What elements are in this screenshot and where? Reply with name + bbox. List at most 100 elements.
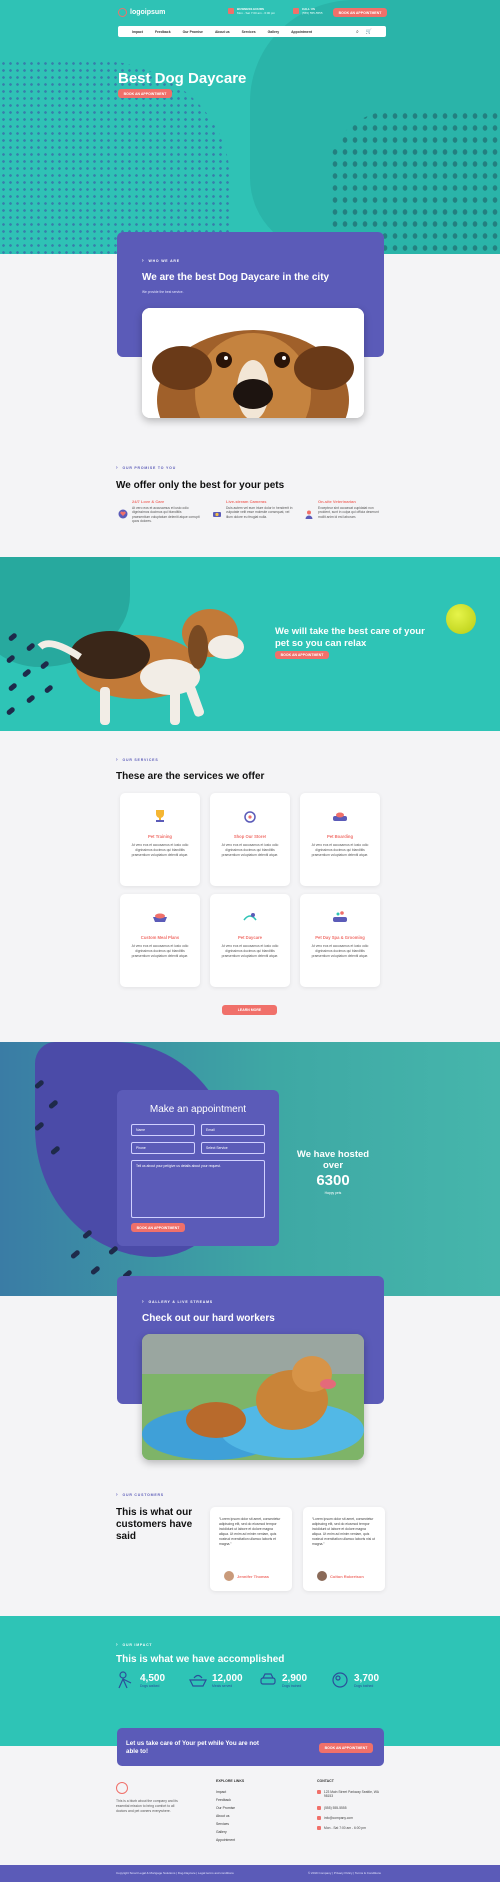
service-card[interactable]: Pet Training At vero eos et accusamus et… [120, 793, 200, 886]
veterinarian-icon [305, 510, 313, 519]
legal-links[interactable]: © 2019 Company | Privacy Policy | Terms … [308, 1871, 381, 1875]
impact-stat: 2,900 Dogs trained [258, 1670, 307, 1690]
dog-face-photo [142, 308, 364, 418]
testimonial-name: Colton Robertson [330, 1573, 364, 1579]
services-eyebrow-text: OUR SERVICES [122, 758, 159, 762]
learn-more-button[interactable]: LEARN MORE [222, 1005, 277, 1015]
chevron-right-icon: › [116, 465, 119, 471]
search-icon[interactable]: ⌕ [356, 29, 359, 35]
dog-walk-icon [118, 1671, 132, 1689]
location-icon [317, 1790, 321, 1794]
testimonial-quote: “Lorem ipsum dolor sit amet, consectetur… [312, 1517, 375, 1546]
care-appointment-button[interactable]: BOOK AN APPOINTMENT [275, 651, 329, 659]
services-eyebrow: › OUR SERVICES [116, 757, 158, 763]
hosted-counter: We have hosted over 6300 Happy pets [288, 1149, 378, 1195]
footer-link-appointment[interactable]: Appointment [216, 1838, 235, 1842]
hero-appointment-button[interactable]: BOOK AN APPOINTMENT [118, 89, 172, 98]
footer-email-text: info@company.com [324, 1816, 353, 1820]
pet-shop-icon [244, 811, 256, 823]
brand-logo[interactable]: logoipsum [118, 8, 165, 17]
message-field[interactable]: Tell us about your pet/give us details a… [131, 1160, 265, 1218]
footer-email[interactable]: info@company.com [317, 1816, 353, 1820]
service-select[interactable]: Select Service [201, 1142, 265, 1154]
logo-mark-icon [116, 1782, 128, 1794]
service-card[interactable]: Shop Our Store! At vero eos et accusamus… [210, 793, 290, 886]
hosted-number: 6300 [316, 1172, 350, 1189]
cart-icon[interactable]: 🛒 [366, 29, 372, 35]
footer-contact-title: CONTACT [317, 1779, 334, 1783]
nav-item-appointment[interactable]: Appointment [291, 30, 312, 34]
dog-bath-icon [332, 1672, 348, 1688]
promise-item-text: Duis autem vel eum iriure dolor in hendr… [226, 506, 293, 519]
care-title: We will take the best care of your pet s… [275, 626, 425, 649]
email-field[interactable]: Email [201, 1124, 265, 1136]
who-eyebrow: › WHO WE ARE [142, 258, 180, 264]
name-field[interactable]: Name [131, 1124, 195, 1136]
footer-phone[interactable]: (555) 555-5555 [317, 1806, 347, 1810]
grooming-bath-icon [333, 911, 347, 922]
phone-field[interactable]: Phone [131, 1142, 195, 1154]
nav-item-about-us[interactable]: About us [215, 30, 230, 34]
testimonial-quote: “Lorem ipsum dolor sit amet, consectetur… [219, 1517, 281, 1546]
footer-phone-text: (555) 555-5555 [324, 1806, 347, 1810]
chevron-right-icon: › [116, 757, 119, 763]
footer-link-gallery[interactable]: Gallery [216, 1830, 227, 1834]
footer-link-impact[interactable]: Impact [216, 1790, 226, 1794]
service-card[interactable]: Pet Daycare At vero eos et accusamus et … [210, 894, 290, 987]
main-nav: Impact Feedback Our Promise About us Ser… [118, 26, 386, 37]
hero-pattern [0, 60, 230, 254]
footer-logo[interactable] [116, 1782, 128, 1794]
service-text: At vero eos et accusamus et iusto odio d… [311, 843, 369, 857]
stat-value: 3,700 [354, 1672, 380, 1684]
promise-eyebrow-text: OUR PROMISE TO YOU [122, 466, 177, 470]
cta-banner: Let us take care of Your pet while You a… [117, 1728, 384, 1766]
footer-link-about-us[interactable]: About us [216, 1814, 229, 1818]
nav-item-impact[interactable]: Impact [132, 30, 143, 34]
stat-label: Dogs trained [282, 1683, 302, 1688]
impact-stat: 3,700 Dogs bathed [330, 1670, 379, 1690]
nav-item-gallery[interactable]: Gallery [268, 30, 280, 34]
stat-label: Meals served [212, 1683, 233, 1688]
clock-icon [228, 8, 234, 14]
bottom-bar: Copyright Smart Legal & Mortgage Solutio… [0, 1865, 500, 1882]
service-card[interactable]: Pet Day Spa & Grooming At vero eos et ac… [300, 894, 380, 987]
service-card[interactable]: Pet Boarding At vero eos et accusamus et… [300, 793, 380, 886]
promise-item: Live-stream Cameras Duis autem vel eum i… [212, 499, 294, 519]
impact-eyebrow: › OUR IMPACT [116, 1642, 152, 1648]
brand-name: logoipsum [130, 9, 166, 16]
appointment-submit-button[interactable]: BOOK AN APPOINTMENT [131, 1223, 185, 1232]
stat-value: 12,000 [212, 1672, 243, 1684]
hero-section: logoipsum BUSINESS HOURS Mon - Sat 7:00 … [0, 0, 500, 254]
service-text: At vero eos et accusamus et iusto odio d… [221, 843, 279, 857]
promise-title: We offer only the best for your pets [116, 480, 285, 491]
cta-appointment-button[interactable]: BOOK AN APPOINTMENT [319, 1743, 373, 1753]
heart-hand-icon [118, 509, 128, 519]
tennis-ball [446, 604, 476, 634]
phone-icon [293, 8, 299, 14]
logo-mark-icon [118, 8, 127, 17]
service-card[interactable]: Custom Meal Plans At vero eos et accusam… [120, 894, 200, 987]
avatar [224, 1571, 234, 1581]
footer-link-feedback[interactable]: Feedback [216, 1798, 231, 1802]
appointment-form: Make an appointment Name Email Phone Sel… [117, 1090, 279, 1246]
stat-label: Dogs bathed [354, 1683, 374, 1688]
promise-item-text: At vero eos et accusamus et iusto odio d… [132, 506, 200, 524]
stat-value: 2,900 [282, 1672, 308, 1684]
promise-item: On-site Veterinarian Excepteur sint occa… [304, 499, 386, 519]
gallery-dogs-photo[interactable] [142, 1334, 364, 1460]
footer-hours-text: Mon - Sat 7:00 am - 6:00 pm [324, 1826, 366, 1830]
pet-bed-icon [333, 812, 347, 821]
camera-icon [213, 512, 221, 517]
promise-item-title: 24/7 Love & Care [132, 499, 165, 504]
footer-link-our-promise[interactable]: Our Promise [216, 1806, 235, 1810]
clock-icon [317, 1826, 321, 1830]
email-icon [317, 1816, 321, 1820]
nav-item-our-promise[interactable]: Our Promise [183, 30, 203, 34]
header-appointment-button[interactable]: BOOK AN APPOINTMENT [333, 8, 387, 17]
phone-contact[interactable]: CALL US (555) 555-5555 [293, 7, 323, 15]
hours-value: Mon - Sat 7:00 am - 6:00 pm [237, 11, 276, 15]
footer-link-services[interactable]: Services [216, 1822, 229, 1826]
nav-item-services[interactable]: Services [242, 30, 256, 34]
nav-item-feedback[interactable]: Feedback [155, 30, 171, 34]
promise-item: 24/7 Love & Care At vero eos et accusamu… [118, 499, 200, 524]
